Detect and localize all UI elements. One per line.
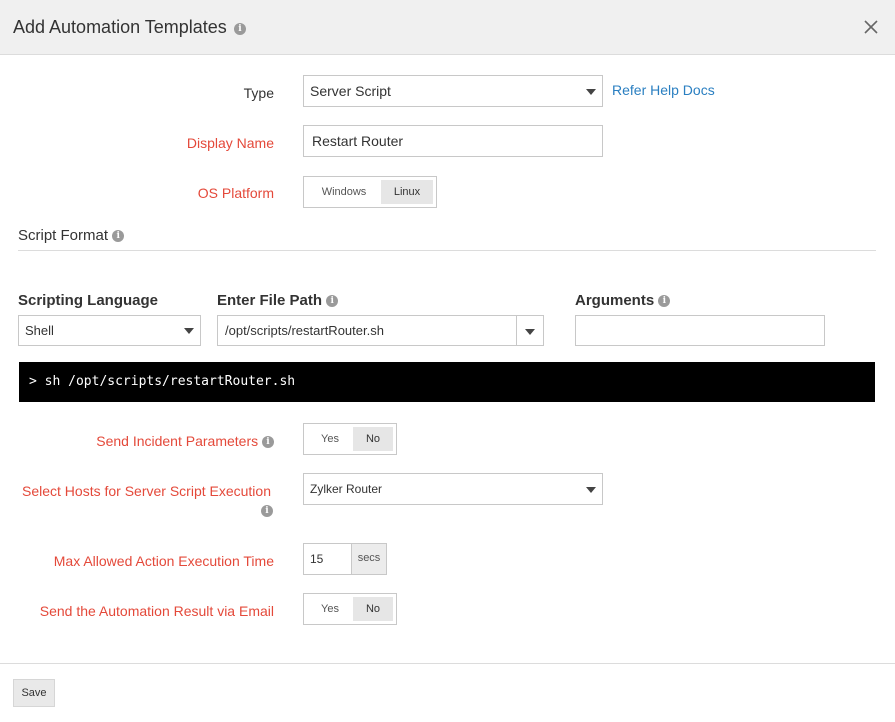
send-incident-params-label-text: Send Incident Parameters: [96, 433, 259, 449]
max-time-field: 15 secs: [303, 543, 387, 575]
select-hosts-label-text: Select Hosts for Server Script Execution: [22, 483, 271, 499]
type-select[interactable]: Server Script: [303, 75, 603, 107]
file-path-label-text: Enter File Path: [217, 292, 323, 309]
arguments-label: Arguments i: [575, 292, 671, 309]
dialog-title: Add Automation Templates: [13, 17, 227, 37]
file-path-dropdown-button[interactable]: [516, 315, 544, 346]
arguments-input[interactable]: [575, 315, 825, 346]
max-time-input[interactable]: 15: [304, 544, 351, 574]
file-path-input[interactable]: /opt/scripts/restartRouter.sh: [217, 315, 517, 346]
send-email-toggle[interactable]: Yes No: [303, 593, 397, 625]
email-option-no[interactable]: No: [353, 597, 393, 621]
send-email-label: Send the Automation Result via Email: [39, 603, 274, 619]
os-option-windows[interactable]: Windows: [307, 180, 381, 204]
chevron-down-icon: [184, 328, 194, 334]
command-preview: > sh /opt/scripts/restartRouter.sh: [19, 362, 875, 402]
os-platform-toggle[interactable]: Windows Linux: [303, 176, 437, 208]
select-hosts-select[interactable]: Zylker Router: [303, 473, 603, 505]
incident-option-no[interactable]: No: [353, 427, 393, 451]
script-format-title: Script Format: [18, 227, 109, 244]
display-name-input[interactable]: Restart Router: [303, 125, 603, 157]
info-icon[interactable]: i: [658, 295, 671, 308]
chevron-down-icon: [525, 329, 535, 335]
os-option-linux[interactable]: Linux: [381, 180, 433, 204]
max-time-label: Max Allowed Action Execution Time: [53, 553, 274, 569]
info-icon[interactable]: i: [262, 436, 274, 449]
send-incident-params-toggle[interactable]: Yes No: [303, 423, 397, 455]
select-hosts-label: Select Hosts for Server Script Execution: [20, 483, 271, 499]
file-path-value: /opt/scripts/restartRouter.sh: [225, 323, 384, 338]
dialog-header: Add Automation Templates i: [0, 0, 895, 55]
display-name-label: Display Name: [186, 135, 274, 151]
scripting-language-select[interactable]: Shell: [18, 315, 201, 346]
file-path-label: Enter File Path i: [217, 292, 339, 309]
select-hosts-value: Zylker Router: [310, 482, 383, 496]
script-format-heading: Script Format i: [18, 227, 125, 244]
save-button[interactable]: Save: [13, 679, 55, 707]
section-divider: [18, 250, 876, 251]
chevron-down-icon: [586, 89, 596, 95]
arguments-label-text: Arguments: [575, 292, 655, 309]
info-icon[interactable]: i: [234, 23, 246, 35]
scripting-language-value: Shell: [25, 323, 54, 338]
type-select-value: Server Script: [310, 83, 391, 99]
chevron-down-icon: [586, 487, 596, 493]
incident-option-yes[interactable]: Yes: [307, 427, 353, 451]
info-icon[interactable]: i: [261, 505, 273, 517]
send-incident-params-label: Send Incident Parameters i: [60, 433, 274, 449]
close-icon[interactable]: [862, 18, 880, 36]
info-icon[interactable]: i: [326, 295, 339, 308]
os-platform-label: OS Platform: [197, 185, 274, 201]
max-time-unit: secs: [351, 544, 386, 574]
scripting-language-label: Scripting Language: [18, 292, 159, 309]
footer-divider: [0, 663, 895, 664]
email-option-yes[interactable]: Yes: [307, 597, 353, 621]
type-label: Type: [243, 85, 274, 101]
help-docs-link[interactable]: Refer Help Docs: [612, 82, 715, 98]
info-icon[interactable]: i: [112, 230, 125, 243]
display-name-value: Restart Router: [312, 133, 404, 149]
